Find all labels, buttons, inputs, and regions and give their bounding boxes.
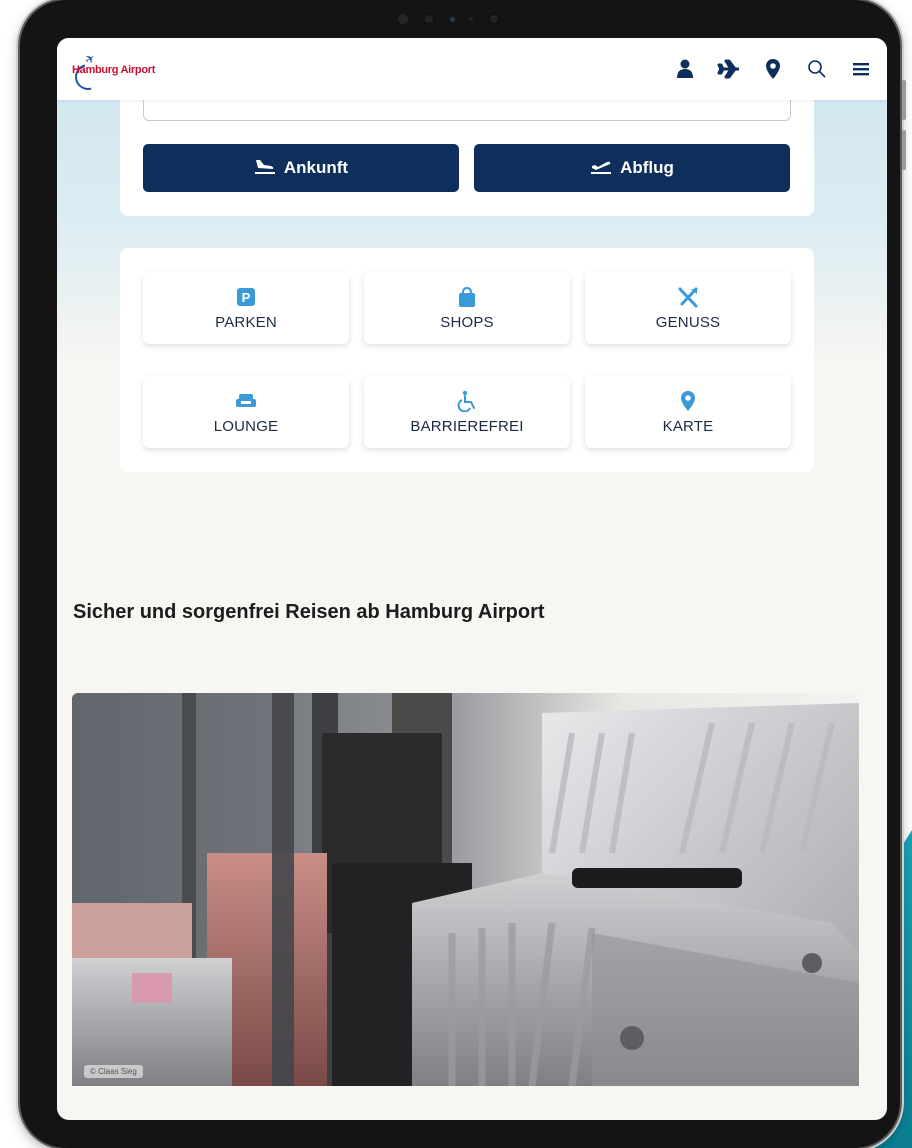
parking-icon: P [236, 286, 256, 308]
arrival-label: Ankunft [283, 158, 349, 177]
plane-landing-icon [254, 157, 276, 180]
tile-label: SHOPS [440, 313, 494, 331]
location-pin-icon[interactable] [761, 58, 785, 80]
tile-label: PARKEN [215, 313, 277, 331]
departure-label: Abflug [620, 158, 674, 177]
logo-text: Hamburg Airport [72, 64, 156, 76]
hero-image-suitcases[interactable]: © Claas Sieg [72, 693, 859, 1086]
shopping-bag-icon [457, 286, 477, 308]
wheelchair-icon [456, 390, 478, 412]
svg-text:P: P [242, 290, 251, 305]
tile-label: KARTE [662, 417, 714, 435]
tablet-side-button [902, 80, 906, 120]
image-credit: © Claas Sieg [84, 1065, 143, 1078]
plane-icon[interactable] [717, 58, 741, 80]
sofa-icon [234, 390, 258, 412]
tile-barrierefrei[interactable]: BARRIEREFREI [364, 376, 570, 448]
tile-karte[interactable]: KARTE [585, 376, 791, 448]
tile-genuss[interactable]: GENUSS [585, 272, 791, 344]
tile-parken[interactable]: P PARKEN [143, 272, 349, 344]
hamburg-airport-logo[interactable]: ✈ Hamburg Airport [69, 50, 179, 95]
tablet-camera [398, 12, 501, 26]
user-icon[interactable] [673, 58, 697, 80]
tile-shops[interactable]: SHOPS [364, 272, 570, 344]
tile-lounge[interactable]: LOUNGE [143, 376, 349, 448]
site-header: ✈ Hamburg Airport [57, 38, 887, 100]
quick-links-card: P PARKEN SHOPS GENUSS LOUNGE BARRIEREFRE… [120, 248, 814, 472]
tile-label: GENUSS [655, 313, 721, 331]
menu-icon[interactable] [849, 58, 873, 80]
arrival-button[interactable]: Ankunft [143, 144, 459, 192]
header-nav [673, 58, 873, 80]
map-pin-icon [680, 390, 696, 412]
tablet-frame: ✈ Hamburg Airport Ankunft Abflug P PARKE… [20, 0, 906, 1148]
tile-label: LOUNGE [213, 417, 279, 435]
tile-label: BARRIEREFREI [410, 417, 524, 435]
browser-viewport: ✈ Hamburg Airport Ankunft Abflug P PARKE… [57, 38, 887, 1120]
utensils-icon [676, 286, 700, 308]
tablet-side-button [902, 130, 906, 170]
search-icon[interactable] [805, 58, 829, 80]
section-title: Sicher und sorgenfrei Reisen ab Hamburg … [73, 601, 545, 623]
plane-takeoff-icon [590, 157, 612, 180]
departure-button[interactable]: Abflug [474, 144, 790, 192]
